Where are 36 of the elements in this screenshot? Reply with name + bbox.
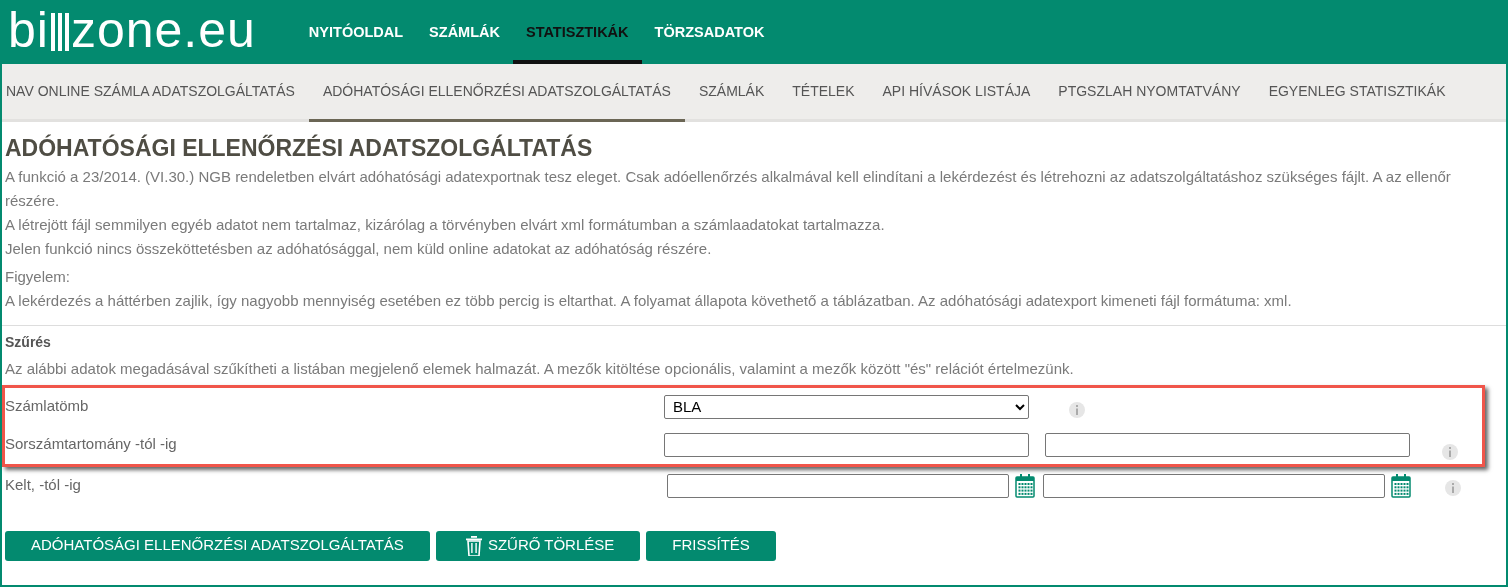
date-field[interactable] [667,473,1009,498]
info-icon[interactable] [1069,401,1085,418]
sub-nav-tab[interactable]: PTGSZLAH NYOMTATVÁNY [1044,64,1255,122]
notice-text: A lekérdezés a háttérben zajlik, így nagyobb mennyiség esetében ez több percig is eltarthat. A folyamat állapota követhető a táblázatban. Az adóhatósági adatexport kimeneti fájl formátuma: xml. [5,290,1293,311]
nav-tab[interactable]: TÖRZSADATOK [641,2,778,64]
trash-icon [465,535,482,556]
nav-tab[interactable]: NYITÓOLDAL [295,2,417,64]
calendar-icon[interactable] [1015,473,1035,498]
sub-nav-tab[interactable]: NAV ONLINE SZÁMLA ADATSZOLGÁLTATÁS [2,64,309,122]
date-field[interactable] [1043,473,1385,498]
sub-nav-tab[interactable]: API HÍVÁSOK LISTÁJA [868,64,1045,122]
info-icon[interactable] [1442,443,1458,460]
page-title: ADÓHATÓSÁGI ELLENŐRZÉSI ADATSZOLGÁLTATÁS [5,135,594,163]
field-label: Kelt, -tól -ig [5,475,82,496]
action-button[interactable]: FRISSÍTÉS [646,530,776,561]
sub-nav-tab[interactable]: SZÁMLÁK [684,64,779,122]
nav-tab[interactable]: SZÁMLÁK [416,2,513,64]
calendar-icon[interactable] [1391,473,1411,498]
field-label: Számlatömb [5,396,90,417]
logo[interactable]: bi zone.eu [2,5,296,61]
info-icon[interactable] [1445,479,1461,496]
notice-label: Figyelem: [5,266,72,287]
paragraph: Jelen funkció nincs összeköttetésben az adóhatósággal, nem küld online adatokat az adóhatóság részére. [5,238,713,259]
input-field[interactable] [1045,432,1410,457]
filter-title: Szűrés [5,332,52,352]
sub-nav-tab[interactable]: EGYENLEG STATISZTIKÁK [1254,64,1460,122]
action-button[interactable]: SZŰRŐ TÖRLÉSE [435,530,641,561]
filter-description: Az alábbi adatok megadásával szűkítheti a listában megjelenő elemek halmazát. A mezők kitöltése opcionális, valamint a mezők között "és" relációt értelmezünk. [5,358,1075,379]
input-field[interactable] [664,432,1029,457]
paragraph: A funkció a 23/2014. (VI.30.) NGB rendeletben elvárt adóhatósági adatexportnak tesz eleget. Csak adóellenőrzés alkalmával kell elindítani a lekérdezést és létrehozni az adatszolgáltatáshoz szükséges fájlt. A az ellenőr részére. [5,166,1452,211]
field-label: Sorszámtartomány -tól -ig [5,434,178,455]
action-button[interactable]: ADÓHATÓSÁGI ELLENŐRZÉSI ADATSZOLGÁLTATÁS [5,530,430,561]
sub-nav-tab[interactable]: TÉTELEK [778,64,869,122]
select-field[interactable]: BLA [664,394,1029,419]
paragraph: A létrejött fájl semmilyen egyéb adatot nem tartalmaz, kizárólag a törvényben elvárt xml formátumban a számlaadatokat tartalmazza. [5,214,886,235]
sub-nav-tab[interactable]: ADÓHATÓSÁGI ELLENŐRZÉSI ADATSZOLGÁLTATÁS [308,64,685,122]
